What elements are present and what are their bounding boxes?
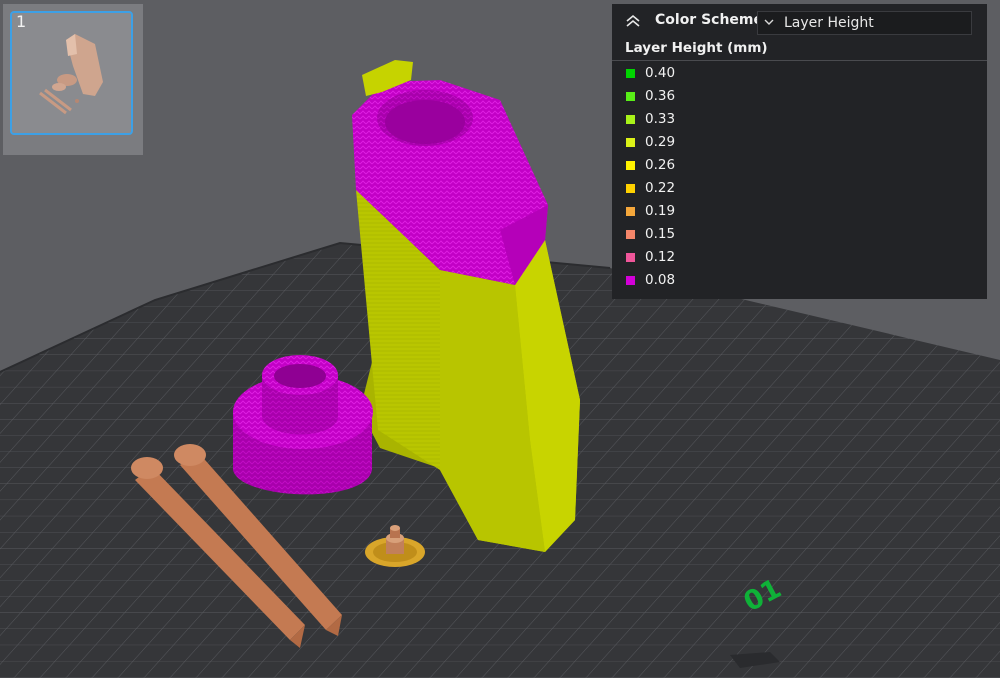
legend-subtitle: Layer Height (mm) — [625, 40, 768, 56]
legend-item: 0.22 — [612, 178, 987, 201]
legend-item-label: 0.33 — [645, 111, 676, 127]
collapse-chevrons-icon[interactable] — [624, 13, 642, 29]
legend-color-swatch — [626, 276, 635, 285]
legend-color-swatch — [626, 92, 635, 101]
legend-color-swatch — [626, 184, 635, 193]
legend-color-swatch — [626, 115, 635, 124]
legend-item-label: 0.12 — [645, 249, 676, 265]
legend-item-label: 0.29 — [645, 134, 676, 150]
legend-item-label: 0.08 — [645, 272, 676, 288]
legend-item-label: 0.19 — [645, 203, 676, 219]
color-scheme-panel: Color Scheme Layer Height Layer Height (… — [612, 4, 987, 299]
legend-item-label: 0.22 — [645, 180, 676, 196]
legend-color-swatch — [626, 161, 635, 170]
legend-item: 0.33 — [612, 109, 987, 132]
legend-item-label: 0.15 — [645, 226, 676, 242]
legend-item: 0.08 — [612, 270, 987, 293]
thumbnail-preview-image — [39, 34, 103, 115]
color-scheme-select[interactable]: Layer Height — [757, 11, 972, 35]
color-scheme-title: Color Scheme — [655, 12, 764, 28]
legend-color-swatch — [626, 138, 635, 147]
legend-divider — [612, 60, 987, 61]
legend-item-label: 0.40 — [645, 65, 676, 81]
legend-item: 0.26 — [612, 155, 987, 178]
legend-color-swatch — [626, 69, 635, 78]
legend-item: 0.36 — [612, 86, 987, 109]
legend-color-swatch — [626, 253, 635, 262]
legend-item-label: 0.36 — [645, 88, 676, 104]
legend-item: 0.29 — [612, 132, 987, 155]
legend-item: 0.12 — [612, 247, 987, 270]
legend-item: 0.40 — [612, 63, 987, 86]
color-scheme-selected-value: Layer Height — [784, 15, 874, 31]
legend-item: 0.15 — [612, 224, 987, 247]
chevron-down-icon — [764, 19, 774, 25]
legend-color-swatch — [626, 230, 635, 239]
plate-thumbnail[interactable]: 1 — [3, 4, 143, 155]
color-scheme-header: Color Scheme Layer Height — [612, 4, 987, 38]
legend-item: 0.19 — [612, 201, 987, 224]
legend-color-swatch — [626, 207, 635, 216]
legend-item-label: 0.26 — [645, 157, 676, 173]
legend-list: 0.40 0.36 0.33 0.29 0.26 0.22 0.19 0.15 0.12 0.08 — [612, 63, 987, 293]
